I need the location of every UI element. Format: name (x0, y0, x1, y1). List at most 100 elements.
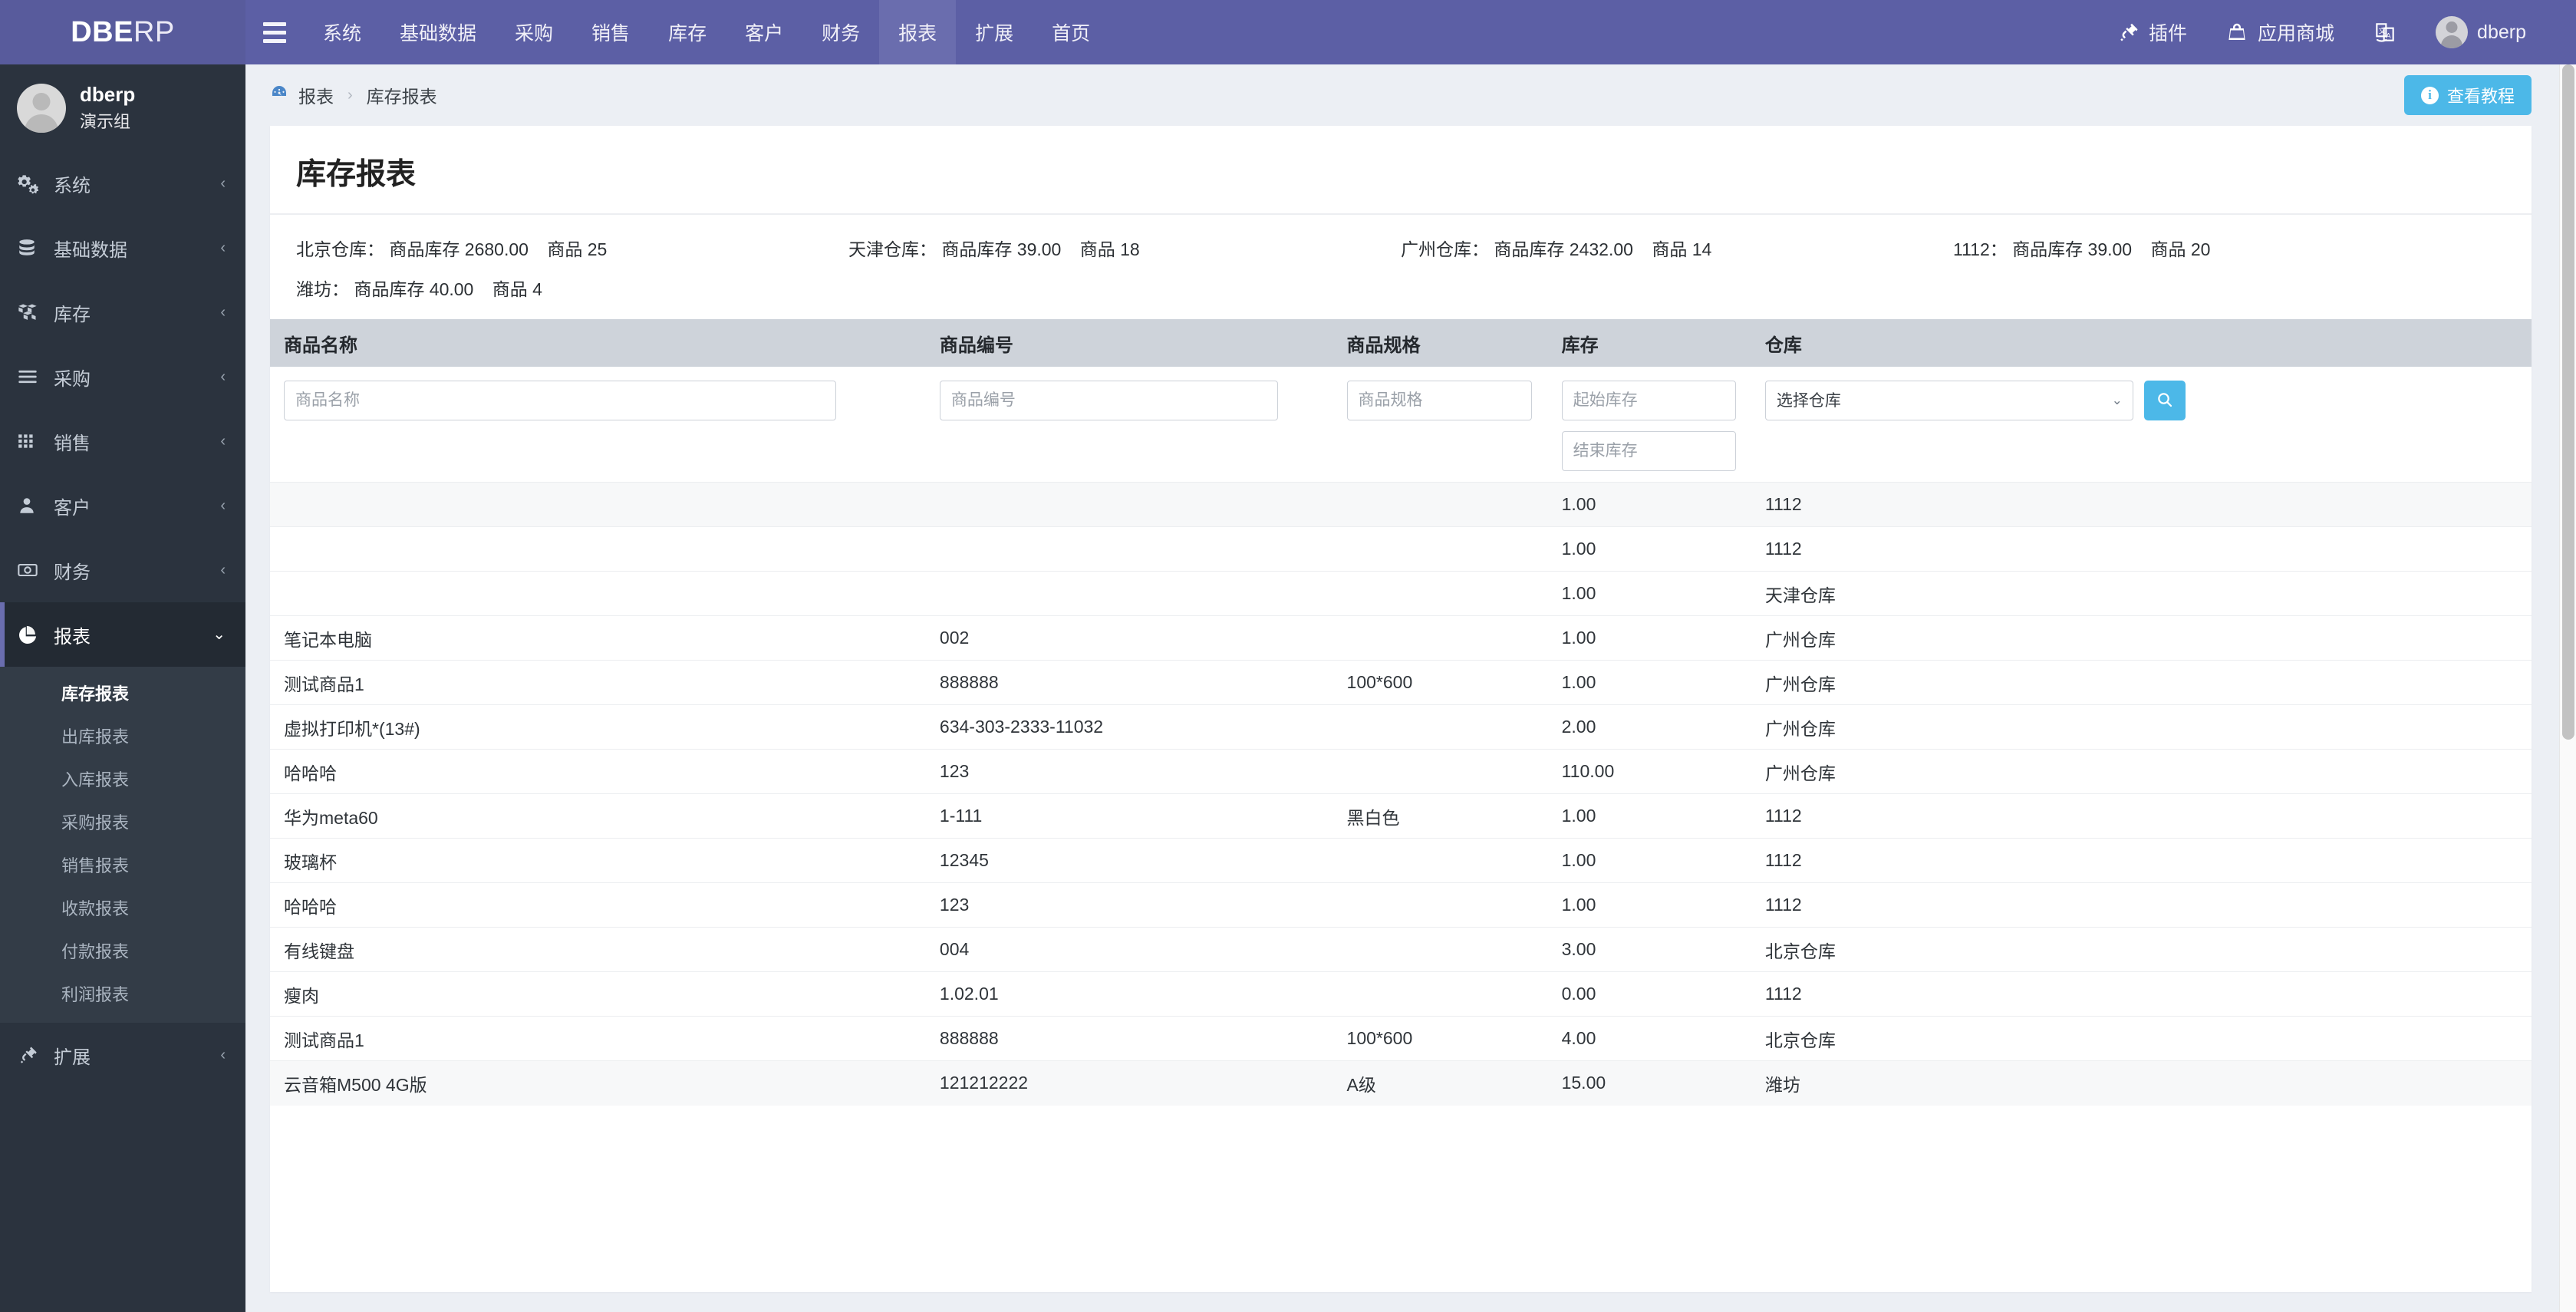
chevron-left-icon: ‹ (220, 497, 226, 514)
nav-item-caigou[interactable]: 采购 (496, 0, 572, 64)
table-row[interactable]: 1.00 1112 (270, 482, 2532, 527)
breadcrumb: 报表 › 库存报表 (270, 82, 437, 108)
nav-item-label: 采购 (515, 23, 554, 45)
breadcrumb-root[interactable]: 报表 (298, 82, 334, 108)
summary-goods-value: 4 (532, 279, 542, 299)
app-brand[interactable]: DBE RP (0, 0, 245, 64)
sidebar-item-extension[interactable]: 扩展 ‹ (0, 1023, 245, 1087)
stock-end-input[interactable] (1561, 431, 1737, 471)
cell-stock: 0.00 (1547, 971, 1751, 1017)
submenu-item-sales-report[interactable]: 销售报表 (0, 843, 245, 886)
search-button[interactable] (2143, 381, 2186, 420)
cell-code (925, 526, 1333, 572)
summary-goods-label: 商品 (2150, 239, 2186, 259)
sidebar-item-finance[interactable]: 财务 ‹ (0, 538, 245, 602)
table-row[interactable]: 瘦肉 1.02.01 0.00 1112 (270, 971, 2532, 1017)
summary-stock-value: 2680.00 (464, 239, 529, 259)
main-content: 报表 › 库存报表 i 查看教程 库存报表 北京仓库： 商品库存 2680.00… (245, 64, 2561, 1312)
page-scrollbar-thumb[interactable] (2562, 64, 2574, 740)
plugin-button[interactable]: 插件 (2097, 0, 2206, 64)
stock-start-input[interactable] (1561, 381, 1737, 420)
table-body: 1.00 1112 1.00 1112 1.00 天津仓库 笔记本电脑 002 … (270, 482, 2532, 1106)
summary-goods-label: 商品 (492, 279, 528, 299)
nav-item-baobiao[interactable]: 报表 (879, 0, 957, 64)
sidebar-item-purchase[interactable]: 采购 ‹ (0, 344, 245, 409)
nav-item-label: 基础数据 (400, 23, 477, 45)
chevron-left-icon: ‹ (220, 1047, 226, 1063)
submenu-item-payment-report[interactable]: 付款报表 (0, 929, 245, 972)
submenu-item-inventory-report[interactable]: 库存报表 (0, 671, 245, 714)
sidebar-item-label: 系统 (54, 175, 91, 196)
table-row[interactable]: 1.00 天津仓库 (270, 571, 2532, 616)
table-row[interactable]: 测试商品1 888888 100*600 4.00 北京仓库 (270, 1016, 2532, 1061)
page-scrollbar[interactable] (2559, 64, 2576, 1312)
table-row[interactable]: 测试商品1 888888 100*600 1.00 广州仓库 (270, 660, 2532, 705)
submenu-item-purchase-report[interactable]: 采购报表 (0, 800, 245, 843)
database-icon (17, 238, 48, 258)
warehouse-select[interactable]: 选择仓库 (1764, 381, 2133, 420)
sidebar-item-customer[interactable]: 客户 ‹ (0, 473, 245, 538)
table-row[interactable]: 虚拟打印机*(13#) 634-303-2333-11032 2.00 广州仓库 (270, 704, 2532, 750)
table-row[interactable]: 玻璃杯 12345 1.00 1112 (270, 838, 2532, 883)
submenu-item-outbound-report[interactable]: 出库报表 (0, 714, 245, 757)
language-switch-button[interactable]: 文 A (2354, 0, 2416, 64)
column-header-stock: 库存 (1547, 319, 1751, 367)
reports-submenu: 库存报表 出库报表 入库报表 采购报表 销售报表 收款报表 付款报表 利润报表 (0, 667, 245, 1023)
breadcrumb-bar: 报表 › 库存报表 i 查看教程 (245, 64, 2561, 126)
view-tutorial-button[interactable]: i 查看教程 (2403, 75, 2532, 115)
table-row[interactable]: 笔记本电脑 002 1.00 广州仓库 (270, 615, 2532, 661)
svg-text:文: 文 (2379, 26, 2386, 35)
summary-item: 天津仓库： 商品库存 39.00 商品 18 (848, 239, 1140, 259)
app-store-button[interactable]: 应用商城 (2206, 0, 2354, 64)
sidebar-profile[interactable]: dberp 演示组 (0, 64, 245, 151)
cell-code: 888888 (925, 660, 1333, 705)
chevron-left-icon: ‹ (220, 239, 226, 256)
nav-item-xiaoshou[interactable]: 销售 (572, 0, 649, 64)
nav-item-xitong[interactable]: 系统 (304, 0, 380, 64)
product-code-input[interactable] (939, 381, 1278, 420)
table-row[interactable]: 华为meta60 1-111 黑白色 1.00 1112 (270, 793, 2532, 839)
sidebar-item-inventory[interactable]: 库存 ‹ (0, 280, 245, 344)
summary-goods-value: 18 (1120, 239, 1140, 259)
table-row[interactable]: 哈哈哈 123 110.00 广州仓库 (270, 749, 2532, 794)
table-row[interactable]: 有线键盘 004 3.00 北京仓库 (270, 927, 2532, 972)
cell-name (270, 482, 926, 527)
nav-item-jichushuju[interactable]: 基础数据 (380, 0, 496, 64)
cell-stock: 4.00 (1547, 1016, 1751, 1061)
submenu-item-receipt-report[interactable]: 收款报表 (0, 886, 245, 929)
submenu-item-inbound-report[interactable]: 入库报表 (0, 757, 245, 800)
cell-code: 121212222 (925, 1060, 1333, 1106)
breadcrumb-leaf: 库存报表 (366, 87, 437, 107)
sidebar-item-sales[interactable]: 销售 ‹ (0, 409, 245, 473)
pie-chart-icon (17, 624, 48, 645)
summary-item: 广州仓库： 商品库存 2432.00 商品 14 (1401, 239, 1712, 259)
cell-stock: 2.00 (1547, 704, 1751, 750)
cell-spec: 100*600 (1332, 1016, 1548, 1061)
sidebar-toggle-button[interactable] (245, 0, 304, 64)
sidebar-item-system[interactable]: 系统 ‹ (0, 151, 245, 216)
table-row[interactable]: 哈哈哈 123 1.00 1112 (270, 882, 2532, 928)
nav-item-kuozhan[interactable]: 扩展 (956, 0, 1033, 64)
nav-item-kehu[interactable]: 客户 (726, 0, 802, 64)
nav-item-shouye[interactable]: 首页 (1033, 0, 1109, 64)
summary-item: 潍坊： 商品库存 40.00 商品 4 (296, 279, 542, 299)
sidebar-item-reports[interactable]: 报表 ⌄ (0, 602, 245, 667)
nav-item-label: 扩展 (975, 23, 1014, 45)
product-name-input[interactable] (284, 381, 836, 420)
nav-item-caiwu[interactable]: 财务 (802, 0, 879, 64)
table-header-row: 商品名称 商品编号 商品规格 库存 仓库 (270, 319, 2532, 367)
table-row[interactable]: 1.00 1112 (270, 526, 2532, 572)
summary-warehouse: 北京仓库 (296, 239, 367, 259)
user-icon (17, 496, 48, 516)
cell-code: 1.02.01 (925, 971, 1333, 1017)
plugin-label: 插件 (2149, 23, 2188, 45)
cell-code: 888888 (925, 1016, 1333, 1061)
user-menu-button[interactable]: dberp (2416, 0, 2545, 64)
cell-warehouse: 天津仓库 (1751, 571, 2532, 616)
cell-spec (1332, 704, 1548, 750)
nav-item-kucun[interactable]: 库存 (649, 0, 726, 64)
submenu-item-profit-report[interactable]: 利润报表 (0, 972, 245, 1015)
sidebar-item-basic-data[interactable]: 基础数据 ‹ (0, 216, 245, 280)
table-row[interactable]: 云音箱M500 4G版 121212222 A级 15.00 潍坊 (270, 1060, 2532, 1106)
product-spec-input[interactable] (1346, 381, 1532, 420)
